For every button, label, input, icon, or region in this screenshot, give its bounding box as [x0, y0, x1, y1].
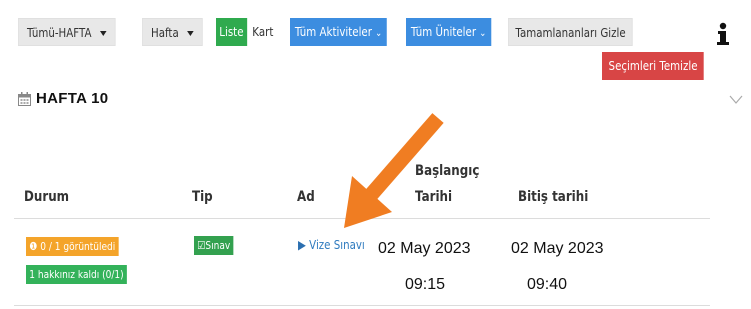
views-status-badge: ❶ 0 / 1 görüntüledi: [26, 237, 119, 256]
chevron-down-icon: ⌄: [375, 28, 383, 39]
caret-down-icon: [186, 31, 194, 36]
header-status: Durum: [24, 189, 70, 205]
end-time: 09:40: [527, 276, 568, 293]
caret-down-icon: [99, 31, 107, 36]
collapse-chevron-icon[interactable]: [729, 95, 743, 105]
start-date: 02 May 2023: [378, 240, 471, 257]
activities-label: Tüm Aktiviteler: [294, 24, 372, 39]
start-time: 09:15: [405, 276, 446, 293]
info-icon[interactable]: [712, 20, 734, 48]
card-view-button[interactable]: Kart: [249, 18, 277, 46]
list-view-button[interactable]: Liste: [216, 18, 247, 46]
end-date: 02 May 2023: [511, 240, 604, 257]
clear-selection-button[interactable]: Seçimleri Temizle: [602, 52, 705, 80]
section-title: HAFTA 10: [36, 90, 109, 107]
header-end: Bitiş tarihi: [518, 189, 589, 205]
activities-dropdown[interactable]: Tüm Aktiviteler ⌄: [290, 18, 388, 46]
play-icon: ▶: [298, 237, 306, 252]
type-badge: ☑Sınav: [194, 236, 234, 255]
header-name: Ad: [297, 189, 315, 205]
orange-arrow-annotation: [344, 113, 444, 228]
chevron-down-icon: ⌄: [479, 28, 487, 39]
calendar-icon: [18, 92, 31, 106]
filter-toolbar: Tümü-HAFTA Hafta Liste Kart Tüm Aktivite…: [0, 0, 751, 80]
units-dropdown[interactable]: Tüm Üniteler ⌄: [406, 18, 492, 46]
hide-completed-button[interactable]: Tamamlananları Gizle: [508, 18, 634, 46]
info-circle-icon: ❶: [29, 240, 38, 253]
attempts-badge: 1 hakkınız kaldı (0/1): [26, 265, 127, 284]
views-status-text: 0 / 1 görüntüledi: [40, 240, 116, 253]
week-filter-label: Tümü-HAFTA: [27, 25, 92, 40]
check-square-icon: ☑: [197, 239, 206, 252]
header-type: Tip: [192, 189, 213, 205]
row-divider: [14, 305, 710, 306]
units-label: Tüm Üniteler: [410, 24, 477, 39]
week-filter-dropdown[interactable]: Tümü-HAFTA: [18, 18, 116, 46]
type-label: Sınav: [205, 239, 231, 252]
week-select-label: Hafta: [151, 25, 179, 40]
week-select-dropdown[interactable]: Hafta: [142, 18, 203, 46]
